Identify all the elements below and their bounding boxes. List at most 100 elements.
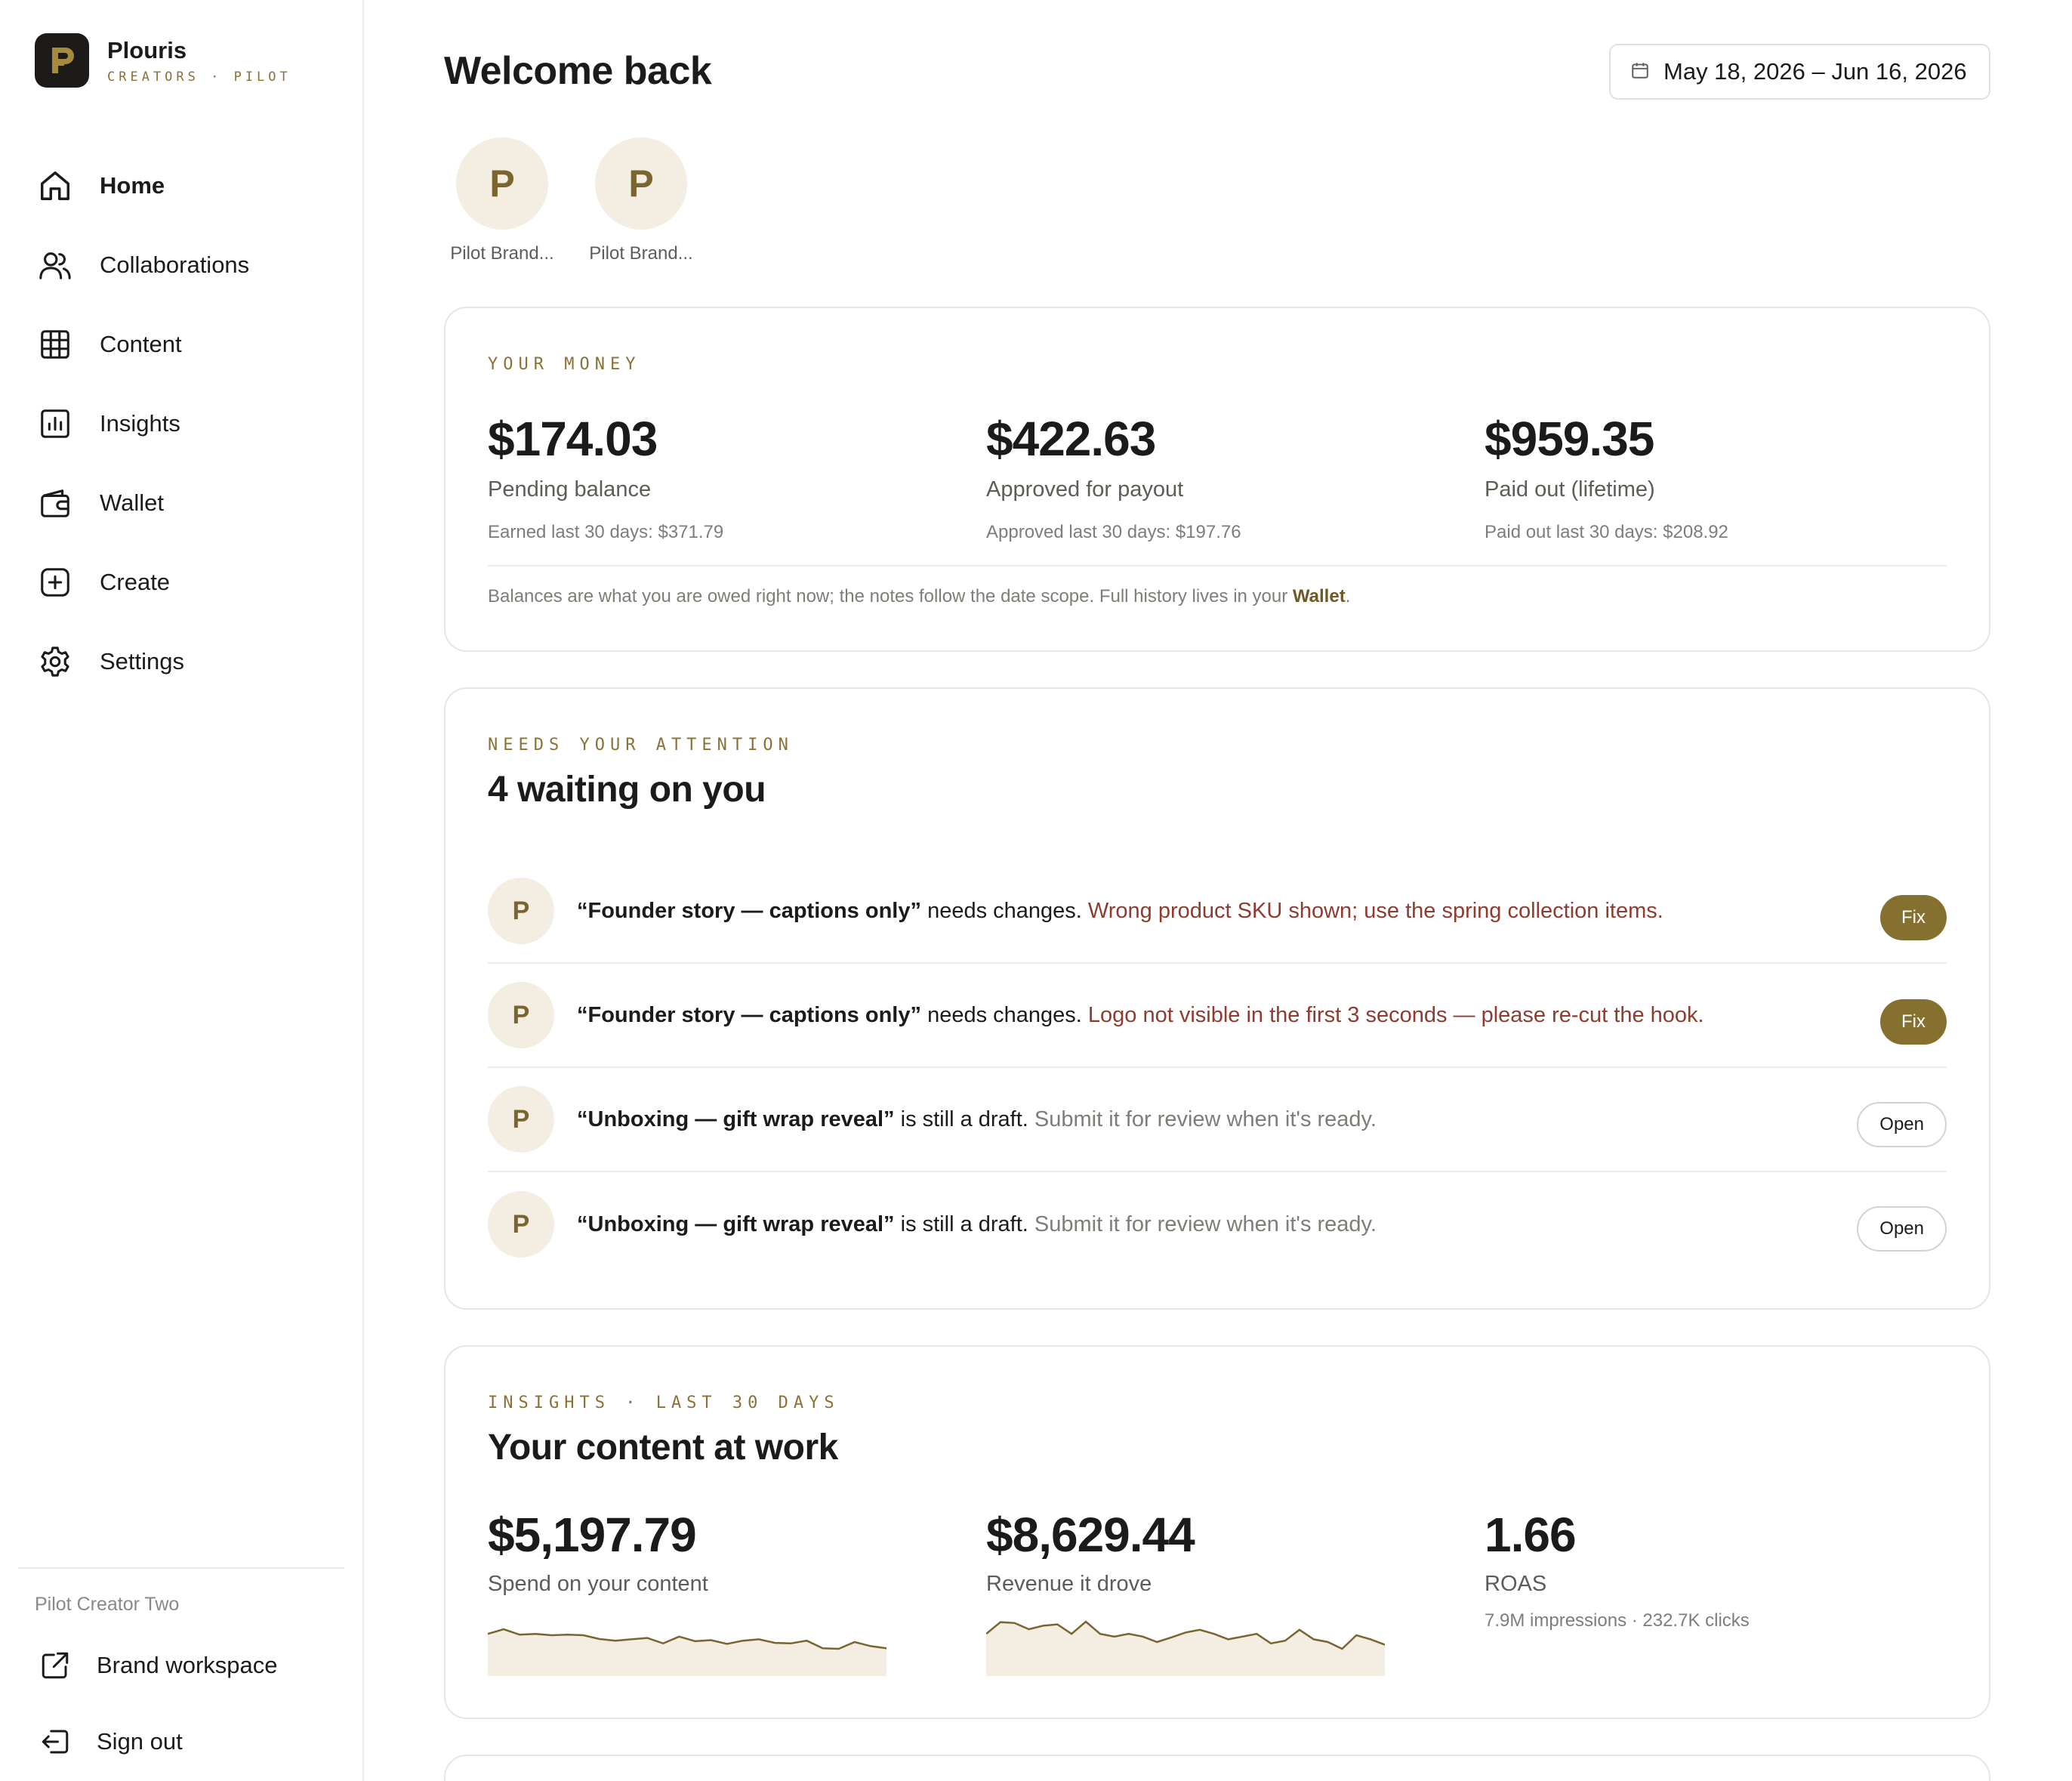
metric-note: Earned last 30 days: $371.79 <box>488 522 724 542</box>
sparkline-area <box>986 1622 1385 1676</box>
paid-out-metric: $959.35 Paid out (lifetime) Paid out las… <box>1485 411 1953 543</box>
sidebar: Plouris CREATORS · PILOT Home Collaborat… <box>0 0 364 1781</box>
brand-chip[interactable]: P Pilot Brand... <box>583 137 699 264</box>
divider <box>488 565 1947 566</box>
brand-chip[interactable]: P Pilot Brand... <box>444 137 560 264</box>
brand-avatar: P <box>488 982 554 1048</box>
metric-note: Paid out last 30 days: $208.92 <box>1485 522 1728 542</box>
revenue-sparkline <box>986 1620 1385 1676</box>
next-card <box>444 1755 1990 1781</box>
spend-sparkline <box>488 1628 886 1676</box>
task-note: Logo not visible in the first 3 seconds … <box>1087 1002 1704 1027</box>
money-footnote: Balances are what you are owed right now… <box>488 586 1350 607</box>
sidebar-item-insights[interactable]: Insights <box>35 384 337 463</box>
plus-square-icon <box>35 562 76 603</box>
list-item: P “Unboxing — gift wrap reveal” is still… <box>488 1172 1947 1276</box>
insights-eyebrow: INSIGHTS · LAST 30 DAYS <box>488 1394 840 1412</box>
sidebar-item-wallet[interactable]: Wallet <box>35 463 337 542</box>
fix-button[interactable]: Fix <box>1880 999 1947 1045</box>
sidebar-item-collaborations[interactable]: Collaborations <box>35 225 337 304</box>
date-range-text: May 18, 2026 – Jun 16, 2026 <box>1663 58 1967 85</box>
kpi-value: $8,629.44 <box>986 1508 1195 1562</box>
task-text: “Unboxing — gift wrap reveal” is still a… <box>577 1212 1377 1237</box>
money-card: YOUR MONEY $174.03 Pending balance Earne… <box>444 307 1990 652</box>
metric-value: $959.35 <box>1485 412 1654 466</box>
date-range-picker[interactable]: May 18, 2026 – Jun 16, 2026 <box>1609 44 1990 100</box>
brand-workspace-link[interactable]: Brand workspace <box>35 1627 337 1703</box>
sign-out-icon <box>35 1721 76 1762</box>
sidebar-item-label: Home <box>100 171 165 199</box>
sidebar-item-content[interactable]: Content <box>35 304 337 384</box>
brand-avatar: P <box>595 137 687 230</box>
home-icon <box>35 165 76 206</box>
attention-title: 4 waiting on you <box>488 770 766 810</box>
pending-balance-metric: $174.03 Pending balance Earned last 30 d… <box>488 411 956 543</box>
task-text: “Founder story — captions only” needs ch… <box>577 899 1663 924</box>
brand-chip-label: Pilot Brand... <box>450 243 554 264</box>
grid-icon <box>35 324 76 365</box>
kpi-value: $5,197.79 <box>488 1508 697 1562</box>
task-note: Wrong product SKU shown; use the spring … <box>1087 898 1663 923</box>
wallet-icon <box>35 483 76 523</box>
money-footnote-text: Balances are what you are owed right now… <box>488 586 1288 607</box>
wallet-link[interactable]: Wallet <box>1293 586 1346 607</box>
task-status: needs changes. <box>927 898 1082 923</box>
brand-logo-icon <box>35 33 89 88</box>
kpi-note: 7.9M impressions · 232.7K clicks <box>1485 1610 1750 1631</box>
insights-card: INSIGHTS · LAST 30 DAYS Your content at … <box>444 1345 1990 1719</box>
list-item: P “Founder story — captions only” needs … <box>488 964 1947 1068</box>
kpi-value: 1.66 <box>1485 1508 1577 1562</box>
approved-payout-metric: $422.63 Approved for payout Approved las… <box>986 411 1454 543</box>
task-text: “Founder story — captions only” needs ch… <box>577 1003 1704 1028</box>
gear-icon <box>35 641 76 682</box>
brand-name: Plouris <box>107 37 187 63</box>
open-button[interactable]: Open <box>1857 1206 1947 1252</box>
insights-title: Your content at work <box>488 1428 838 1468</box>
roas-kpi: 1.66 ROAS 7.9M impressions · 232.7K clic… <box>1485 1507 1953 1631</box>
brand-workspace-label: Brand workspace <box>97 1651 278 1678</box>
kpi-label: Revenue it drove <box>986 1572 1152 1596</box>
sidebar-item-settings[interactable]: Settings <box>35 622 337 701</box>
list-item: P “Founder story — captions only” needs … <box>488 860 1947 964</box>
chart-icon <box>35 403 76 444</box>
sidebar-footer: Brand workspace Sign out <box>35 1627 337 1779</box>
task-status: is still a draft. <box>900 1212 1028 1236</box>
sign-out-button[interactable]: Sign out <box>35 1703 337 1779</box>
spend-kpi: $5,197.79 Spend on your content <box>488 1507 956 1597</box>
page-title: Welcome back <box>444 49 712 93</box>
task-status: is still a draft. <box>900 1107 1028 1131</box>
list-item: P “Unboxing — gift wrap reveal” is still… <box>488 1068 1947 1172</box>
metric-label: Pending balance <box>488 477 652 502</box>
open-button[interactable]: Open <box>1857 1102 1947 1147</box>
sidebar-item-label: Create <box>100 568 171 595</box>
fix-button[interactable]: Fix <box>1880 895 1947 940</box>
brand-chip-label: Pilot Brand... <box>589 243 693 264</box>
sidebar-item-label: Collaborations <box>100 251 250 278</box>
money-eyebrow: YOUR MONEY <box>488 355 641 374</box>
attention-eyebrow: NEEDS YOUR ATTENTION <box>488 736 794 755</box>
task-note: Submit it for review when it's ready. <box>1034 1212 1377 1236</box>
kpi-label: Spend on your content <box>488 1572 708 1596</box>
sidebar-item-label: Content <box>100 330 182 357</box>
sidebar-item-home[interactable]: Home <box>35 146 337 225</box>
attention-card: NEEDS YOUR ATTENTION 4 waiting on you P … <box>444 687 1990 1310</box>
task-title: “Unboxing — gift wrap reveal” <box>577 1212 895 1236</box>
brand-list: P Pilot Brand... P Pilot Brand... <box>444 137 722 264</box>
money-footnote-end: . <box>1345 586 1351 607</box>
external-link-icon <box>35 1645 76 1686</box>
app-root: Plouris CREATORS · PILOT Home Collaborat… <box>0 0 2072 1781</box>
sidebar-item-label: Insights <box>100 409 180 437</box>
metric-value: $174.03 <box>488 412 658 466</box>
kpi-label: ROAS <box>1485 1572 1547 1596</box>
brand[interactable]: Plouris CREATORS · PILOT <box>35 33 291 88</box>
metric-label: Paid out (lifetime) <box>1485 477 1655 502</box>
brand-avatar: P <box>488 1086 554 1153</box>
sparkline-area <box>488 1629 886 1676</box>
metric-value: $422.63 <box>986 412 1156 466</box>
sidebar-item-create[interactable]: Create <box>35 542 337 622</box>
brand-subtitle: CREATORS · PILOT <box>107 69 291 85</box>
task-title: “Founder story — captions only” <box>577 1002 921 1027</box>
users-icon <box>35 245 76 286</box>
brand-avatar: P <box>488 878 554 944</box>
calendar-icon <box>1630 60 1650 84</box>
